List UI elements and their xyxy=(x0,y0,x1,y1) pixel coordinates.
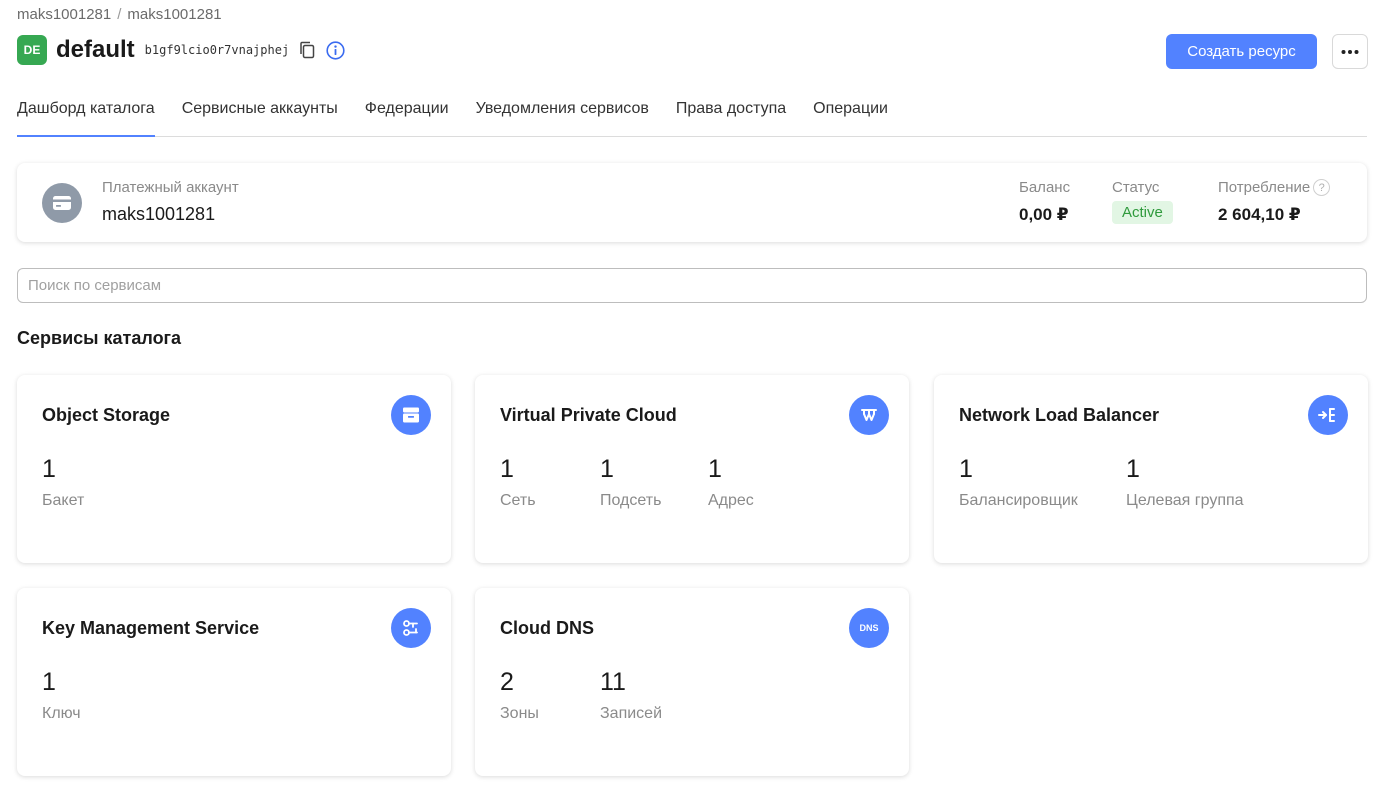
credit-card-icon xyxy=(42,183,82,223)
stat-label: Адрес xyxy=(708,492,754,509)
copy-icon[interactable] xyxy=(297,40,317,60)
tab-service-notifications[interactable]: Уведомления сервисов xyxy=(476,86,649,136)
consumption-label: Потребление xyxy=(1218,179,1311,196)
breadcrumb-separator: / xyxy=(117,6,122,23)
stat-label: Сеть xyxy=(500,492,536,509)
service-title: Virtual Private Cloud xyxy=(500,405,677,425)
section-title: Сервисы каталога xyxy=(17,328,182,348)
service-card-kms[interactable]: Key Management Service 1 Ключ xyxy=(17,588,451,776)
billing-account-name[interactable]: maks1001281 xyxy=(102,204,215,225)
tab-service-accounts[interactable]: Сервисные аккаунты xyxy=(182,86,338,136)
stat-label: Записей xyxy=(600,705,662,722)
stat-label: Ключ xyxy=(42,705,81,722)
stat-value: 1 xyxy=(42,668,56,696)
tab-operations[interactable]: Операции xyxy=(813,86,888,136)
status-label: Статус xyxy=(1112,179,1160,196)
service-card-object-storage[interactable]: Object Storage 1 Бакет xyxy=(17,375,451,563)
service-title: Object Storage xyxy=(42,405,171,425)
balance-label: Баланс xyxy=(1019,179,1071,196)
breadcrumb: maks1001281 / maks1001281 xyxy=(17,6,222,23)
create-resource-button[interactable]: Создать ресурс xyxy=(1166,34,1317,69)
page-title: default xyxy=(56,36,135,63)
stat-balancers: 1 Балансировщик xyxy=(959,455,1078,510)
billing-account-label: Платежный аккаунт xyxy=(102,179,239,196)
service-card-cloud-dns[interactable]: Cloud DNS DNS 2 Зоны 11 Записей xyxy=(475,588,909,776)
stat-value: 1 xyxy=(959,455,973,483)
service-card-vpc[interactable]: Virtual Private Cloud 1 Сеть 1 Подсеть 1… xyxy=(475,375,909,563)
stat-zones: 2 Зоны xyxy=(500,668,539,723)
stat-value: 1 xyxy=(600,455,614,483)
stat-buckets: 1 Бакет xyxy=(42,455,84,510)
tab-dashboard[interactable]: Дашборд каталога xyxy=(17,86,155,137)
stat-value: 1 xyxy=(1126,455,1140,483)
stat-label: Подсеть xyxy=(600,492,662,509)
service-title: Cloud DNS xyxy=(500,618,594,638)
tab-federations[interactable]: Федерации xyxy=(365,86,449,136)
consumption-block: Потребление ? 2 604,10 ₽ xyxy=(1218,179,1331,225)
stat-addresses: 1 Адрес xyxy=(708,455,754,510)
status-block: Статус Active xyxy=(1112,179,1173,224)
breadcrumb-account[interactable]: maks1001281 xyxy=(127,6,221,23)
service-card-network-load-balancer[interactable]: Network Load Balancer 1 Балансировщик 1 … xyxy=(934,375,1368,563)
consumption-label-row: Потребление ? xyxy=(1218,179,1331,196)
stat-label: Зоны xyxy=(500,705,539,722)
page-header: DE default b1gf9lcio0r7vnajphej xyxy=(17,35,345,65)
more-actions-button[interactable] xyxy=(1332,34,1368,69)
stat-networks: 1 Сеть xyxy=(500,455,536,510)
stat-value: 1 xyxy=(708,455,722,483)
dns-icon: DNS xyxy=(849,608,889,648)
service-title: Key Management Service xyxy=(42,618,260,638)
balance-value: 0,00 ₽ xyxy=(1019,205,1069,224)
stat-subnets: 1 Подсеть xyxy=(600,455,661,510)
dns-icon-text: DNS xyxy=(859,623,879,633)
balancer-icon xyxy=(1308,395,1348,435)
tab-access-rights[interactable]: Права доступа xyxy=(676,86,786,136)
stat-target-groups: 1 Целевая группа xyxy=(1126,455,1244,510)
info-icon[interactable] xyxy=(325,40,345,60)
stat-records: 11 Записей xyxy=(600,668,662,723)
stat-label: Балансировщик xyxy=(959,492,1078,509)
help-icon[interactable]: ? xyxy=(1313,179,1331,196)
breadcrumb-cloud[interactable]: maks1001281 xyxy=(17,6,111,23)
service-search-input[interactable] xyxy=(17,268,1367,303)
consumption-value: 2 604,10 ₽ xyxy=(1218,205,1301,224)
service-title: Network Load Balancer xyxy=(959,405,1160,425)
stat-value: 1 xyxy=(500,455,514,483)
status-badge: Active xyxy=(1112,201,1173,224)
folder-badge: DE xyxy=(17,35,47,65)
key-icon xyxy=(391,608,431,648)
billing-account-card[interactable]: Платежный аккаунт maks1001281 Баланс 0,0… xyxy=(17,163,1367,242)
stat-value: 11 xyxy=(600,668,626,696)
tab-bar: Дашборд каталога Сервисные аккаунты Феде… xyxy=(17,86,1367,137)
stat-keys: 1 Ключ xyxy=(42,668,81,723)
network-icon xyxy=(849,395,889,435)
folder-id: b1gf9lcio0r7vnajphej xyxy=(144,43,290,57)
stat-value: 2 xyxy=(500,668,514,696)
balance-block: Баланс 0,00 ₽ xyxy=(1019,179,1070,225)
stat-label: Целевая группа xyxy=(1126,492,1244,509)
stat-label: Бакет xyxy=(42,492,85,509)
more-dots-icon xyxy=(1341,49,1359,54)
storage-icon xyxy=(391,395,431,435)
stat-value: 1 xyxy=(42,455,56,483)
folder-dashboard-page: maks1001281 / maks1001281 DE default b1g… xyxy=(0,0,1386,794)
